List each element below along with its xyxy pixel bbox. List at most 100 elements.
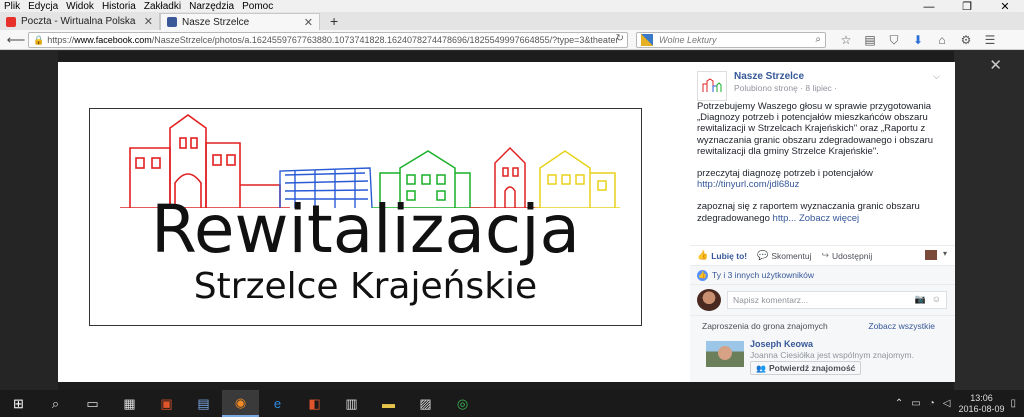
post-link-truncated[interactable]: http...	[773, 213, 797, 224]
lock-icon: 🔒	[33, 34, 45, 45]
page-right-side	[954, 51, 1024, 390]
chevron-down-icon[interactable]: ⌵	[933, 71, 940, 82]
post-panel: Nasze Strzelce Polubiono stronę · 8 lipi…	[690, 62, 955, 382]
avatar[interactable]	[925, 250, 937, 260]
comment-input[interactable]: Napisz komentarz... 📷 ☺	[727, 291, 947, 309]
url-domain: www.facebook.com	[74, 35, 152, 45]
confirm-friend-button[interactable]: 👥 Potwierdź znajomość	[750, 361, 862, 375]
camera-icon[interactable]: 📷	[915, 294, 926, 305]
page-avatar[interactable]	[697, 71, 727, 101]
post-paragraph: Potrzebujemy Waszego głosu w sprawie prz…	[697, 101, 934, 157]
post-meta: Polubiono stronę · 8 lipiec ·	[734, 83, 838, 93]
like-label: Lubię to!	[711, 250, 748, 261]
confirm-label: Potwierdź znajomość	[768, 363, 856, 373]
new-tab-button[interactable]: +	[320, 13, 348, 30]
search-icon[interactable]: ⌕	[815, 34, 821, 45]
search-icon[interactable]: ⌕	[37, 390, 74, 417]
menu-bar: Plik Edycja Widok Historia Zakładki Narz…	[0, 0, 1024, 12]
photo-viewer[interactable]: Rewitalizacja Strzelce Krajeńskie	[58, 62, 690, 382]
search-input[interactable]: Wolne Lektury ⌕	[636, 32, 826, 48]
see-all-link[interactable]: Zobacz wszystkie	[868, 321, 935, 331]
avatar	[697, 289, 721, 311]
tab-bar: Poczta - Wirtualna Polska ✕ Nasze Strzel…	[0, 12, 1024, 30]
url-scheme: https://	[47, 35, 75, 45]
home-icon[interactable]: ⌂	[930, 32, 954, 48]
addon-icon[interactable]: ⚙	[954, 32, 978, 48]
clock-time: 13:06	[970, 392, 993, 403]
friend-requests-header: Zaproszenia do grona znajomych Zobacz ws…	[690, 315, 955, 335]
tab-label: Poczta - Wirtualna Polska	[21, 16, 136, 27]
post-link[interactable]: http://tinyurl.com/jdl68uz	[697, 179, 799, 190]
close-theater-icon[interactable]: ✕	[989, 56, 1002, 74]
windows-start-icon[interactable]: ⊞	[0, 390, 37, 417]
battery-icon[interactable]: ▭	[911, 398, 920, 409]
task-view-icon[interactable]: ▭	[74, 390, 111, 417]
calculator-icon[interactable]: ▦	[111, 390, 148, 417]
comment-button[interactable]: 💬 Skomentuj	[757, 250, 811, 261]
comment-label: Skomentuj	[771, 250, 812, 261]
see-more-link[interactable]: Zobacz więcej	[799, 213, 859, 224]
hamburger-menu-icon[interactable]: ☰	[978, 32, 1002, 48]
page-name-link[interactable]: Nasze Strzelce	[734, 71, 804, 82]
tab-poczta[interactable]: Poczta - Wirtualna Polska ✕	[0, 13, 160, 30]
wp-icon	[6, 16, 16, 27]
menu-help[interactable]: Pomoc	[242, 1, 273, 12]
mutual-friends-text: Joanna Ciesiółka jest wspólnym znajomym.	[750, 350, 914, 360]
network-icon[interactable]: ◔	[929, 398, 935, 409]
page-logo-icon	[702, 78, 722, 92]
navigation-bar: ⟵ 🔒 https:// www.facebook.com /NaszeStrz…	[0, 30, 1024, 50]
friend-name-link[interactable]: Joseph Keowa	[750, 339, 813, 349]
photo-logo: Rewitalizacja Strzelce Krajeńskie	[89, 108, 642, 326]
chevron-up-icon[interactable]: ⌃	[895, 398, 903, 409]
search-placeholder: Wolne Lektury	[659, 35, 717, 45]
app-icon[interactable]: ◧	[296, 390, 333, 417]
comment-composer: Napisz komentarz... 📷 ☺	[690, 285, 955, 315]
reading-list-icon[interactable]: ▤	[858, 32, 882, 48]
reload-icon[interactable]: ↻	[616, 33, 624, 44]
photo-title: Rewitalizacja	[151, 191, 580, 268]
clock[interactable]: 13:06 2016-08-09	[958, 393, 1004, 415]
share-button[interactable]: ↪ Udostępnij	[822, 250, 873, 261]
notification-icon[interactable]: ▯	[1010, 398, 1016, 409]
tab-nasze-strzelce[interactable]: Nasze Strzelce ✕	[160, 13, 320, 30]
friend-avatar[interactable]	[706, 341, 744, 367]
menu-file[interactable]: Plik	[4, 1, 20, 12]
like-button[interactable]: 👍 Lubię to!	[697, 250, 747, 261]
office-icon[interactable]: ▣	[148, 390, 185, 417]
menu-edit[interactable]: Edycja	[28, 1, 58, 12]
emoji-icon[interactable]: ☺	[932, 294, 941, 304]
clock-date: 2016-08-09	[958, 403, 1005, 414]
post-actions: 👍 Lubię to! 💬 Skomentuj ↪ Udostępnij ▾	[690, 245, 955, 265]
app-icon[interactable]: ▤	[185, 390, 222, 417]
search-engine-icon[interactable]	[641, 34, 653, 46]
chrome-icon[interactable]: ◎	[444, 390, 481, 417]
menu-history[interactable]: Historia	[102, 1, 136, 12]
likes-summary[interactable]: 👍 Ty i 3 innych użytkowników	[690, 265, 955, 285]
volume-icon[interactable]: ◁	[943, 398, 951, 409]
page-left-side	[0, 51, 58, 390]
app-icon[interactable]: ▥	[333, 390, 370, 417]
post-body: Potrzebujemy Waszego głosu w sprawie prz…	[697, 101, 949, 235]
download-icon[interactable]: ⬇	[906, 32, 930, 48]
add-friend-icon: 👥	[756, 363, 766, 373]
back-button[interactable]: ⟵	[6, 31, 26, 49]
close-tab-icon[interactable]: ✕	[304, 16, 313, 29]
share-label: Udostępnij	[832, 250, 873, 261]
menu-view[interactable]: Widok	[66, 1, 94, 12]
share-icon: ↪	[821, 250, 830, 260]
folder-icon[interactable]: ▬	[370, 390, 407, 417]
thumbs-up-icon: 👍	[697, 250, 709, 260]
firefox-icon[interactable]: ◉	[222, 390, 259, 417]
bookmark-star-icon[interactable]: ☆	[834, 32, 858, 48]
chevron-down-icon[interactable]: ▾	[943, 249, 947, 258]
app-icon[interactable]: ▨	[407, 390, 444, 417]
menu-bookmarks[interactable]: Zakładki	[144, 1, 181, 12]
shield-icon[interactable]: ⛉	[882, 32, 906, 48]
menu-tools[interactable]: Narzędzia	[189, 1, 234, 12]
url-bar[interactable]: 🔒 https:// www.facebook.com /NaszeStrzel…	[28, 32, 628, 48]
url-path: /NaszeStrzelce/photos/a.1624559767763880…	[151, 35, 619, 45]
close-tab-icon[interactable]: ✕	[144, 15, 153, 28]
photo-subtitle: Strzelce Krajeńskie	[193, 266, 538, 307]
edge-icon[interactable]: e	[259, 390, 296, 417]
face-icon	[718, 346, 732, 360]
